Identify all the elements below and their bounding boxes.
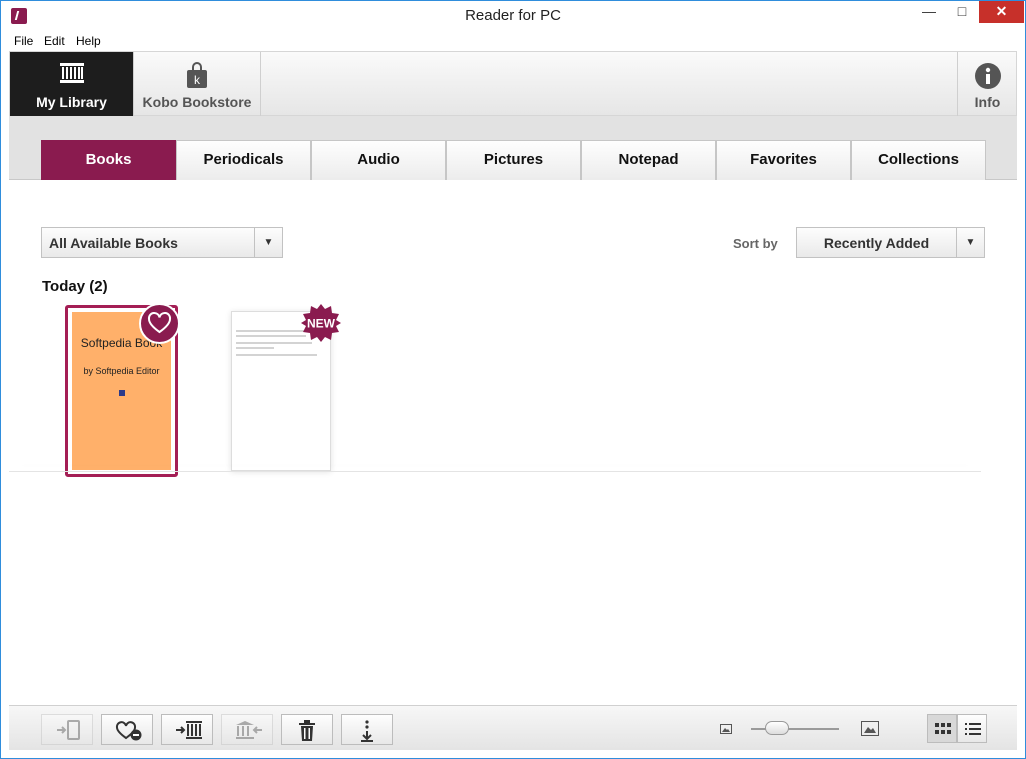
grid-view-icon [935, 723, 951, 734]
library-content: All Available Books ▼ Sort by Recently A… [9, 181, 1017, 705]
close-button[interactable]: ✕ [979, 1, 1024, 23]
library-shelf-icon [59, 63, 84, 83]
tab-notepad[interactable]: Notepad [581, 140, 716, 180]
filter-value: All Available Books [49, 235, 178, 251]
nav-info-label: Info [974, 94, 1001, 110]
list-view-button[interactable] [957, 714, 987, 743]
sort-value: Recently Added [823, 235, 930, 251]
remove-favorite-button[interactable] [101, 714, 153, 745]
menu-edit[interactable]: Edit [44, 34, 65, 48]
info-icon [974, 63, 1001, 89]
shopping-bag-icon: k [187, 62, 207, 88]
return-to-library-icon [236, 721, 262, 739]
app-window: Reader for PC — □ ✕ File Edit Help My Li… [0, 0, 1026, 759]
chevron-down-icon: ▼ [956, 228, 984, 257]
zoom-slider[interactable] [751, 728, 839, 730]
minimize-button[interactable]: — [915, 1, 943, 23]
tab-pictures[interactable]: Pictures [446, 140, 581, 180]
new-badge-label: NEW [307, 317, 336, 331]
menu-help[interactable]: Help [76, 34, 101, 48]
chevron-down-icon: ▼ [254, 228, 282, 257]
tab-favorites[interactable]: Favorites [716, 140, 851, 180]
trash-icon [299, 720, 315, 741]
book-author: by Softpedia Editor [83, 366, 160, 376]
grid-view-button[interactable] [927, 714, 957, 743]
category-tabs: Books Periodicals Audio Pictures Notepad… [9, 116, 1017, 180]
new-badge: NEW [301, 304, 341, 342]
more-options-button[interactable] [341, 714, 393, 745]
return-to-library-button[interactable] [221, 714, 273, 745]
zoom-slider-handle[interactable] [765, 721, 790, 735]
tab-periodicals[interactable]: Periodicals [176, 140, 311, 180]
shelf-divider [9, 471, 981, 472]
tab-collections[interactable]: Collections [851, 140, 986, 180]
nav-info[interactable]: Info [957, 52, 1017, 116]
sort-dropdown[interactable]: Recently Added ▼ [796, 227, 985, 258]
maximize-button[interactable]: □ [948, 1, 976, 23]
publisher-logo-icon [118, 390, 125, 396]
small-image-icon [720, 724, 732, 734]
large-image-icon [861, 721, 879, 736]
nav-my-library[interactable]: My Library [10, 52, 134, 116]
remove-favorite-icon [115, 721, 142, 741]
more-options-icon [361, 720, 373, 742]
tab-audio[interactable]: Audio [311, 140, 446, 180]
tab-books[interactable]: Books [41, 140, 176, 180]
nav-kobo-bookstore-label: Kobo Bookstore [142, 94, 252, 110]
page-text-line [236, 347, 274, 349]
favorite-heart-icon[interactable] [139, 303, 180, 344]
section-heading: Today (2) [42, 278, 108, 295]
nav-kobo-bookstore[interactable]: k Kobo Bookstore [134, 52, 261, 116]
add-to-collection-icon [176, 721, 202, 739]
add-to-collection-button[interactable] [161, 714, 213, 745]
bottom-toolbar [9, 705, 1017, 750]
send-to-device-button[interactable] [41, 714, 93, 745]
sort-by-label: Sort by [733, 236, 778, 251]
nav-my-library-label: My Library [36, 94, 107, 110]
svg-text:k: k [194, 73, 201, 87]
menu-file[interactable]: File [14, 34, 33, 48]
window-title: Reader for PC [465, 7, 561, 24]
menu-bar: File Edit Help [1, 31, 1025, 51]
filter-dropdown[interactable]: All Available Books ▼ [41, 227, 283, 258]
main-nav: My Library k Kobo Bookstore Info [9, 51, 1017, 116]
title-bar: Reader for PC — □ ✕ [1, 1, 1025, 31]
page-text-line [236, 335, 307, 337]
delete-button[interactable] [281, 714, 333, 745]
list-view-icon [965, 723, 981, 735]
send-to-device-icon [57, 720, 80, 740]
page-text-line [236, 354, 317, 356]
